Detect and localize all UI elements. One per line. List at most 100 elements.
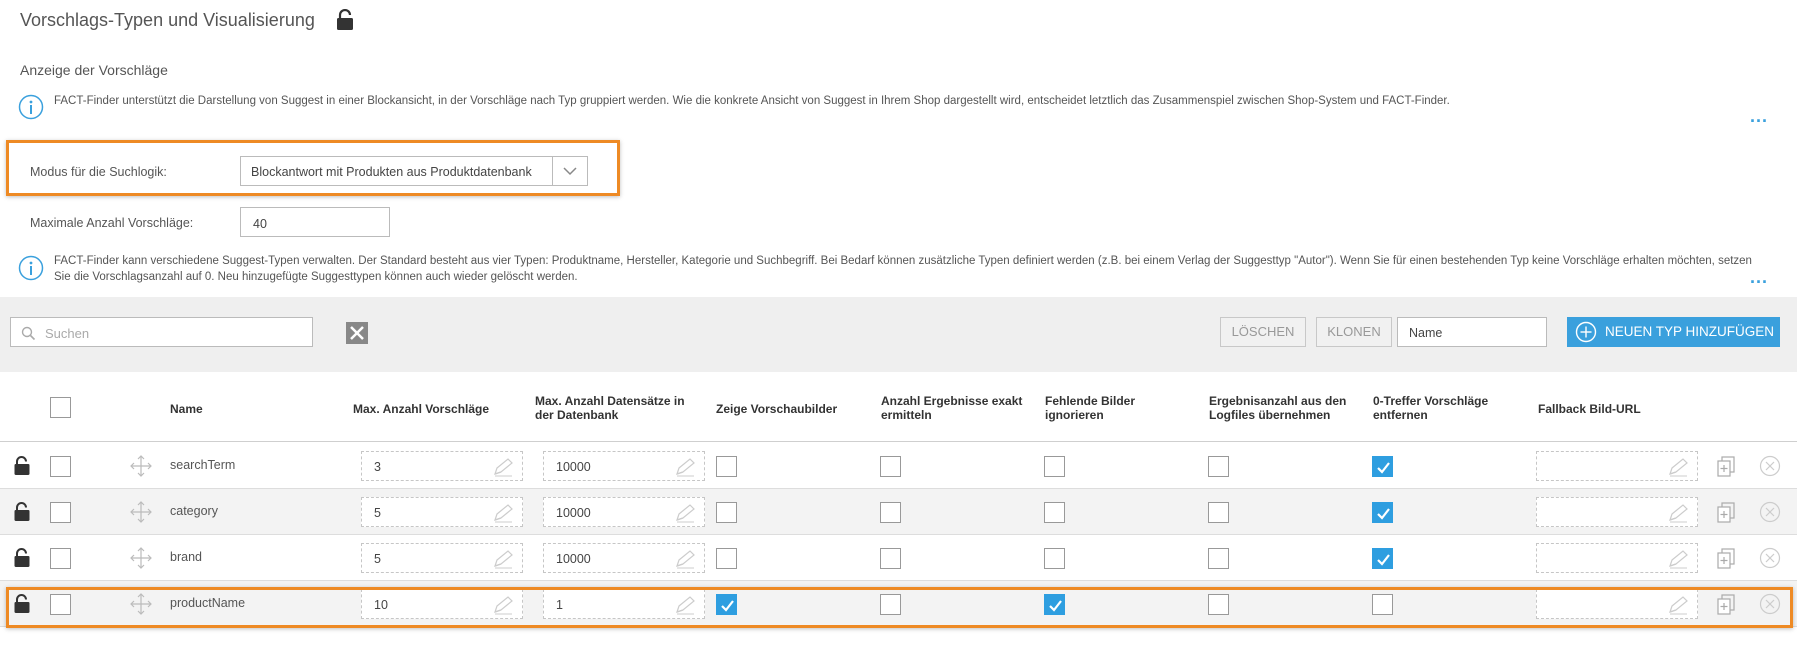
max-suggestions-input[interactable]: 3 [361,451,523,481]
col-max-records-line1: Max. Anzahl Datensätze in [535,394,685,408]
copy-row-icon[interactable] [1716,501,1736,528]
remove-zero-checkbox[interactable] [1372,548,1393,569]
show-preview-checkbox[interactable] [716,502,737,523]
col-ignore-missing-line1: Fehlende Bilder [1045,394,1136,408]
row-highlight-frame [6,587,1793,628]
lock-icon[interactable] [14,456,30,481]
mode-label: Modus für die Suchlogik: [30,165,167,179]
exact-count-checkbox[interactable] [880,548,901,569]
max-records-input[interactable]: 10000 [543,451,705,481]
search-icon [21,326,36,341]
search-input[interactable]: Suchen [10,317,313,347]
mode-select[interactable]: Blockantwort mit Produkten aus Produktda… [240,156,588,186]
col-remove-zero-line1: 0-Treffer Vorschläge [1373,394,1489,408]
max-suggestions-value: 3 [374,460,381,474]
row-name: brand [170,550,202,564]
clear-search-icon[interactable] [346,322,368,344]
col-logfile-count-line1: Ergebnisanzahl aus den [1209,394,1347,408]
logfile-count-checkbox[interactable] [1208,548,1229,569]
row-name: searchTerm [170,458,236,472]
delete-row-icon[interactable] [1759,547,1781,574]
col-ignore-missing[interactable]: Fehlende Bilder ignorieren [1045,394,1135,422]
max-records-input[interactable]: 10000 [543,543,705,573]
lock-icon[interactable] [14,502,30,527]
info-icon [18,94,44,120]
fallback-url-input[interactable] [1536,451,1698,481]
row-select-checkbox[interactable] [50,456,71,477]
header-divider [0,441,1797,442]
drag-handle-icon[interactable] [129,500,153,529]
info-text: FACT-Finder kann verschiedene Suggest-Ty… [54,255,1752,283]
remove-zero-checkbox[interactable] [1372,502,1393,523]
exact-count-checkbox[interactable] [880,502,901,523]
pencil-icon [676,504,695,523]
more-button[interactable]: ... [1750,106,1768,127]
chevron-down-icon[interactable] [552,157,587,185]
plus-circle-icon [1575,321,1597,343]
max-suggestions-input[interactable]: 5 [361,543,523,573]
max-suggestions-value: 5 [374,552,381,566]
remove-zero-checkbox[interactable] [1372,456,1393,477]
row-select-checkbox[interactable] [50,548,71,569]
pencil-icon [1669,550,1688,569]
copy-row-icon[interactable] [1716,455,1736,482]
col-ignore-missing-line2: ignorieren [1045,408,1104,422]
col-fallback-url[interactable]: Fallback Bild-URL [1538,402,1641,416]
logfile-count-checkbox[interactable] [1208,456,1229,477]
fallback-url-input[interactable] [1536,543,1698,573]
pencil-icon [676,550,695,569]
info-text: FACT-Finder unterstützt die Darstellung … [54,95,1450,107]
mode-select-value: Blockantwort mit Produkten aus Produktda… [251,165,532,179]
col-exact-count-line2: ermitteln [881,408,932,422]
pencil-icon [676,458,695,477]
exact-count-checkbox[interactable] [880,456,901,477]
name-input[interactable]: Name [1397,317,1547,347]
info-icon [18,255,44,281]
max-records-value: 10000 [556,552,591,566]
logfile-count-checkbox[interactable] [1208,502,1229,523]
ignore-missing-checkbox[interactable] [1044,456,1065,477]
more-button[interactable]: ... [1750,267,1768,288]
show-preview-checkbox[interactable] [716,456,737,477]
pencil-icon [1669,504,1688,523]
col-name[interactable]: Name [170,402,203,416]
pencil-icon [1669,458,1688,477]
max-records-value: 10000 [556,506,591,520]
drag-handle-icon[interactable] [129,546,153,575]
delete-row-icon[interactable] [1759,455,1781,482]
max-suggestions-value: 5 [374,506,381,520]
search-placeholder: Suchen [45,326,90,341]
col-max-records[interactable]: Max. Anzahl Datensätze in der Datenbank [535,394,685,422]
add-type-label: NEUEN TYP HINZUFÜGEN [1605,324,1775,339]
max-suggestions-input[interactable]: 5 [361,497,523,527]
col-show-preview[interactable]: Zeige Vorschaubilder [716,402,837,416]
ignore-missing-checkbox[interactable] [1044,548,1065,569]
ignore-missing-checkbox[interactable] [1044,502,1065,523]
section-heading: Anzeige der Vorschläge [20,62,168,78]
row-name: category [170,504,218,518]
col-logfile-count-line2: Logfiles übernehmen [1209,408,1331,422]
drag-handle-icon[interactable] [129,454,153,483]
delete-row-icon[interactable] [1759,501,1781,528]
col-remove-zero[interactable]: 0-Treffer Vorschläge entfernen [1373,394,1488,422]
max-suggestions-input[interactable]: 40 [240,207,390,237]
pencil-icon [494,504,513,523]
col-remove-zero-line2: entfernen [1373,408,1428,422]
clone-button[interactable]: KLONEN [1316,317,1392,347]
add-type-button[interactable]: NEUEN TYP HINZUFÜGEN [1567,317,1780,347]
col-exact-count[interactable]: Anzahl Ergebnisse exakt ermitteln [881,394,1022,422]
delete-button[interactable]: LÖSCHEN [1220,317,1306,347]
col-logfile-count[interactable]: Ergebnisanzahl aus den Logfiles übernehm… [1209,394,1346,422]
show-preview-checkbox[interactable] [716,548,737,569]
copy-row-icon[interactable] [1716,547,1736,574]
col-exact-count-line1: Anzahl Ergebnisse exakt [881,394,1023,408]
lock-icon[interactable] [336,9,354,31]
row-select-checkbox[interactable] [50,502,71,523]
page-title: Vorschlags-Typen und Visualisierung [20,10,315,30]
select-all-checkbox[interactable] [50,397,71,418]
lock-icon[interactable] [14,548,30,573]
fallback-url-input[interactable] [1536,497,1698,527]
max-records-input[interactable]: 10000 [543,497,705,527]
col-max-suggestions[interactable]: Max. Anzahl Vorschläge [353,402,489,416]
max-suggestions-label: Maximale Anzahl Vorschläge: [30,216,194,230]
